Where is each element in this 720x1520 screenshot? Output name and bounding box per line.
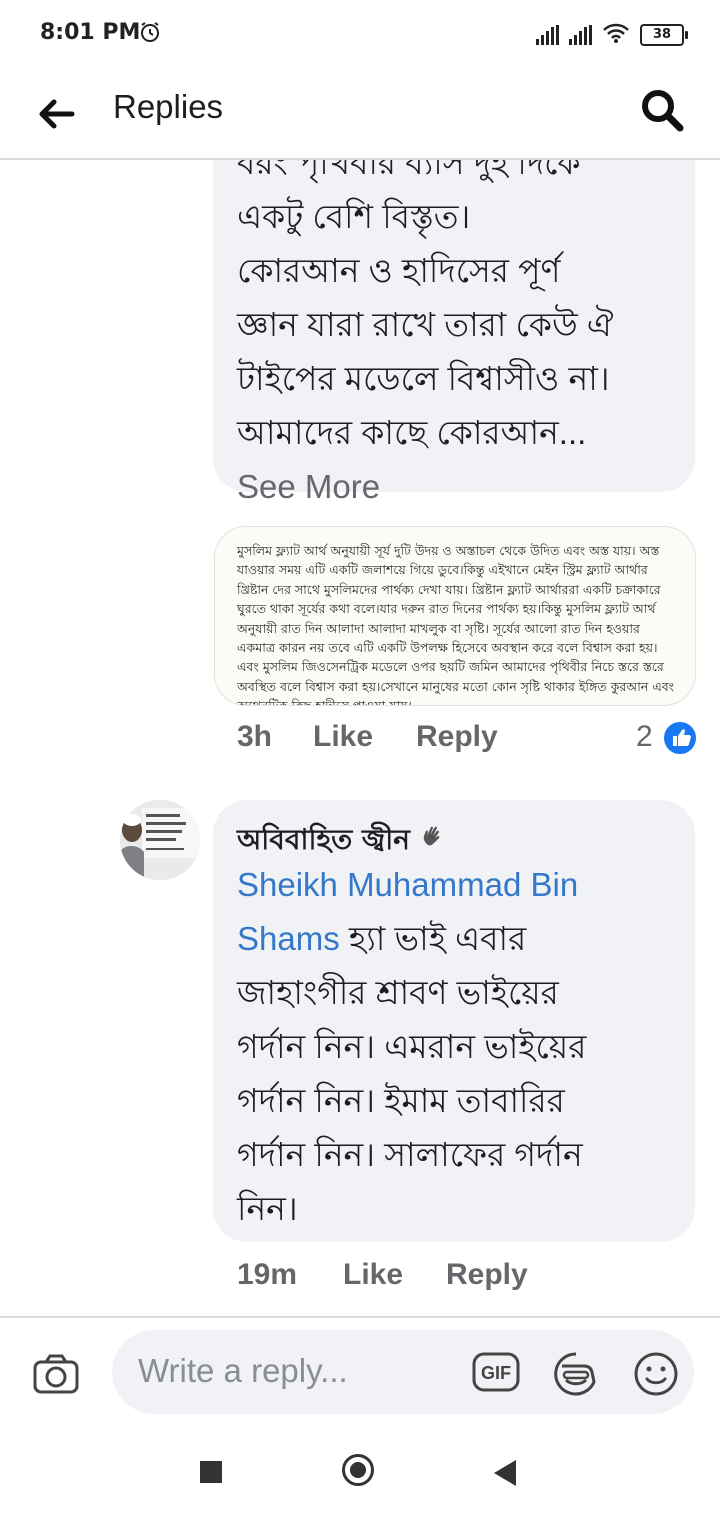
comment-text-line: নিন। [237, 1190, 298, 1227]
comment-text-line: টাইপের মডেলে বিশ্বাসীও না। [237, 360, 610, 397]
emoji-button[interactable] [632, 1350, 680, 1398]
mention-link[interactable]: Shams [237, 920, 340, 957]
camera-icon [33, 1354, 79, 1394]
comment-text-line: আমাদের কাছে কোরআন... [237, 414, 587, 451]
comment-text-line: Shams হ্যা ভাই এবার [237, 912, 526, 966]
comment-text-line: একটু বেশি বিস্তৃত। [237, 198, 471, 235]
waving-hand-icon [420, 823, 446, 856]
comment-bubble: অবিবাহিত জ্বীন Sheikh Muhammad Bin Shams… [213, 800, 695, 1242]
mention-link[interactable]: Sheikh Muhammad Bin [237, 858, 578, 912]
see-more-link[interactable]: See More [237, 460, 380, 514]
battery-icon: 38 [640, 24, 688, 46]
sticker-button[interactable] [552, 1350, 600, 1398]
comment-text-line: গর্দান নিন। ইমাম তাবারির [237, 1082, 565, 1119]
signal-icon [536, 25, 559, 45]
app-header: Replies [0, 70, 720, 160]
svg-text:GIF: GIF [481, 1363, 511, 1383]
system-back-button[interactable] [494, 1460, 516, 1486]
attachment-text: মুসলিম ফ্ল্যাট আর্থ অনুযায়ী সূর্য দুটি … [237, 543, 675, 706]
search-icon [642, 90, 684, 132]
avatar[interactable] [120, 800, 200, 880]
like-button[interactable]: Like [343, 1258, 403, 1292]
comment-time: 19m [237, 1258, 298, 1291]
page-title: Replies [113, 88, 224, 125]
emoji-icon [634, 1352, 678, 1396]
reply-placeholder: Write a reply... [138, 1352, 348, 1389]
search-button[interactable] [638, 86, 686, 134]
comment-text-line: গর্দান নিন। এমরান ভাইয়ের [237, 1028, 587, 1065]
back-button[interactable] [34, 92, 78, 136]
wifi-icon [602, 22, 630, 48]
reply-button[interactable]: Reply [416, 720, 498, 754]
comment-text: হ্যা ভাই এবার [348, 920, 527, 957]
comment-image-attachment[interactable]: মুসলিম ফ্ল্যাট আর্থ অনুযায়ী সূর্য দুটি … [214, 526, 696, 706]
comment-text-line: জ্ঞান যারা রাখে তারা কেউ ঐ [237, 306, 614, 343]
gif-button[interactable]: GIF [472, 1352, 520, 1392]
comment-actions: 3h Like Reply [0, 720, 720, 760]
thumbs-up-icon [662, 720, 698, 756]
status-time: 8:01 PM [40, 20, 141, 45]
comment-text-line: বরং পৃথিবীর ব্যাস দুই দিকে [237, 160, 581, 181]
like-button[interactable]: Like [313, 720, 373, 754]
comment-text-line: জাহাংগীর শ্রাবণ ভাইয়ের [237, 974, 559, 1011]
author-name: অবিবাহিত জ্বীন [237, 823, 410, 856]
camera-button[interactable] [32, 1352, 80, 1396]
status-bar: 8:01 PM 38 [0, 0, 720, 70]
comment-actions: 19m Like Reply [0, 1258, 720, 1298]
home-button[interactable] [342, 1454, 374, 1486]
reaction-count[interactable]: 2 [636, 720, 653, 754]
reply-button[interactable]: Reply [446, 1258, 528, 1292]
comment-text-line: কোরআন ও হাদিসের পূর্ণ [237, 252, 561, 289]
recents-button[interactable] [200, 1461, 222, 1483]
comment-bubble: বরং পৃথিবীর ব্যাস দুই দিকে একটু বেশি বিস… [213, 160, 695, 505]
signal-icon [569, 25, 592, 45]
arrow-left-icon [39, 99, 75, 129]
gif-icon: GIF [472, 1352, 520, 1392]
reply-input[interactable]: Write a reply... GIF [112, 1330, 694, 1414]
replies-list[interactable]: বরং পৃথিবীর ব্যাস দুই দিকে একটু বেশি বিস… [0, 160, 720, 1316]
reply-composer: Write a reply... GIF [0, 1316, 720, 1426]
alarm-icon [138, 20, 162, 48]
comment-time: 3h [237, 720, 273, 753]
sticker-icon [554, 1352, 596, 1396]
comment-text-line: গর্দান নিন। সালাফের গর্দান [237, 1136, 583, 1173]
system-nav-bar [0, 1424, 720, 1520]
